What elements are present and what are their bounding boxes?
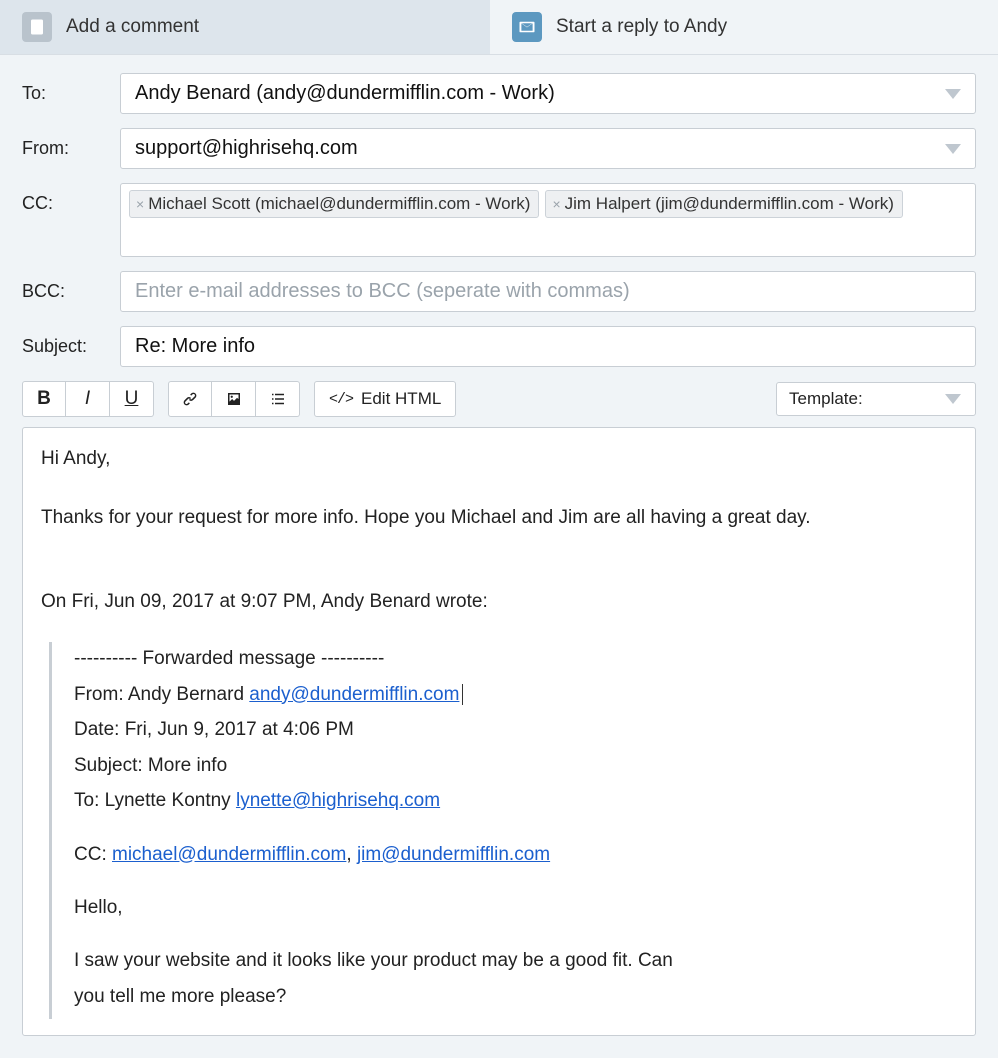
from-label: From: (22, 128, 110, 159)
email-body-editor[interactable]: Hi Andy, Thanks for your request for mor… (22, 427, 976, 1036)
fwd-header: ---------- Forwarded message ---------- (74, 644, 957, 673)
cc-tag[interactable]: × Michael Scott (michael@dundermifflin.c… (129, 190, 539, 218)
list-icon (269, 390, 287, 408)
cc-label: CC: (22, 183, 110, 214)
list-button[interactable] (256, 381, 300, 417)
bcc-input[interactable] (120, 271, 976, 312)
comment-icon (22, 12, 52, 42)
italic-button[interactable]: I (66, 381, 110, 417)
link-icon (181, 390, 199, 408)
to-value: Andy Benard (andy@dundermifflin.com - Wo… (135, 82, 555, 104)
from-select[interactable]: support@highrisehq.com (120, 128, 976, 169)
fwd-date: Date: Fri, Jun 9, 2017 at 4:06 PM (74, 715, 957, 744)
bcc-label: BCC: (22, 271, 110, 302)
quote-intro: On Fri, Jun 09, 2017 at 9:07 PM, Andy Be… (41, 587, 957, 616)
body-line: Thanks for your request for more info. H… (41, 503, 957, 532)
image-button[interactable] (212, 381, 256, 417)
tab-add-comment-label: Add a comment (66, 16, 199, 38)
to-label: To: (22, 73, 110, 104)
text-cursor (462, 684, 463, 705)
chevron-down-icon (945, 89, 961, 99)
subject-label: Subject: (22, 326, 110, 357)
fwd-to: To: Lynette Kontny lynette@highrisehq.co… (74, 786, 957, 815)
quoted-message: ---------- Forwarded message ---------- … (49, 642, 957, 1019)
fwd-from-email-link[interactable]: andy@dundermifflin.com (249, 684, 459, 705)
bold-button[interactable]: B (22, 381, 66, 417)
quoted-body: I saw your website and it looks like you… (74, 946, 957, 975)
edit-html-button[interactable]: </> Edit HTML (314, 381, 456, 417)
quoted-hello: Hello, (74, 893, 957, 922)
compose-tabs: Add a comment Start a reply to Andy (0, 0, 998, 55)
code-icon: </> (329, 391, 353, 408)
tab-start-reply-label: Start a reply to Andy (556, 16, 727, 38)
tab-start-reply[interactable]: Start a reply to Andy (490, 0, 980, 54)
cc-tag-label: Michael Scott (michael@dundermifflin.com… (148, 194, 530, 214)
chevron-down-icon (945, 394, 961, 404)
fwd-to-email-link[interactable]: lynette@highrisehq.com (236, 790, 440, 811)
underline-button[interactable]: U (110, 381, 154, 417)
text-format-group: B I U (22, 381, 154, 417)
fwd-subject: Subject: More info (74, 751, 957, 780)
body-greeting: Hi Andy, (41, 444, 957, 473)
to-select[interactable]: Andy Benard (andy@dundermifflin.com - Wo… (120, 73, 976, 114)
tab-add-comment[interactable]: Add a comment (0, 0, 490, 54)
from-value: support@highrisehq.com (135, 137, 358, 159)
fwd-cc: CC: michael@dundermifflin.com, jim@dunde… (74, 840, 957, 869)
link-button[interactable] (168, 381, 212, 417)
template-select[interactable]: Template: (776, 382, 976, 416)
template-label: Template: (789, 389, 863, 408)
fwd-from: From: Andy Bernard andy@dundermifflin.co… (74, 680, 957, 709)
cc-tag-label: Jim Halpert (jim@dundermifflin.com - Wor… (565, 194, 894, 214)
fwd-cc-email-link[interactable]: michael@dundermifflin.com (112, 844, 346, 865)
envelope-icon (512, 12, 542, 42)
chevron-down-icon (945, 144, 961, 154)
cc-input[interactable]: × Michael Scott (michael@dundermifflin.c… (120, 183, 976, 257)
fwd-cc-email-link[interactable]: jim@dundermifflin.com (357, 844, 550, 865)
insert-group (168, 381, 300, 417)
edit-html-label: Edit HTML (361, 389, 441, 409)
editor-toolbar: B I U </> Edit HTML Template: (0, 377, 998, 427)
remove-tag-icon[interactable]: × (136, 197, 144, 211)
cc-tag[interactable]: × Jim Halpert (jim@dundermifflin.com - W… (545, 190, 903, 218)
compose-form: To: Andy Benard (andy@dundermifflin.com … (0, 55, 998, 377)
image-icon (225, 390, 243, 408)
subject-input[interactable] (120, 326, 976, 367)
quoted-body: you tell me more please? (74, 982, 957, 1011)
remove-tag-icon[interactable]: × (552, 197, 560, 211)
